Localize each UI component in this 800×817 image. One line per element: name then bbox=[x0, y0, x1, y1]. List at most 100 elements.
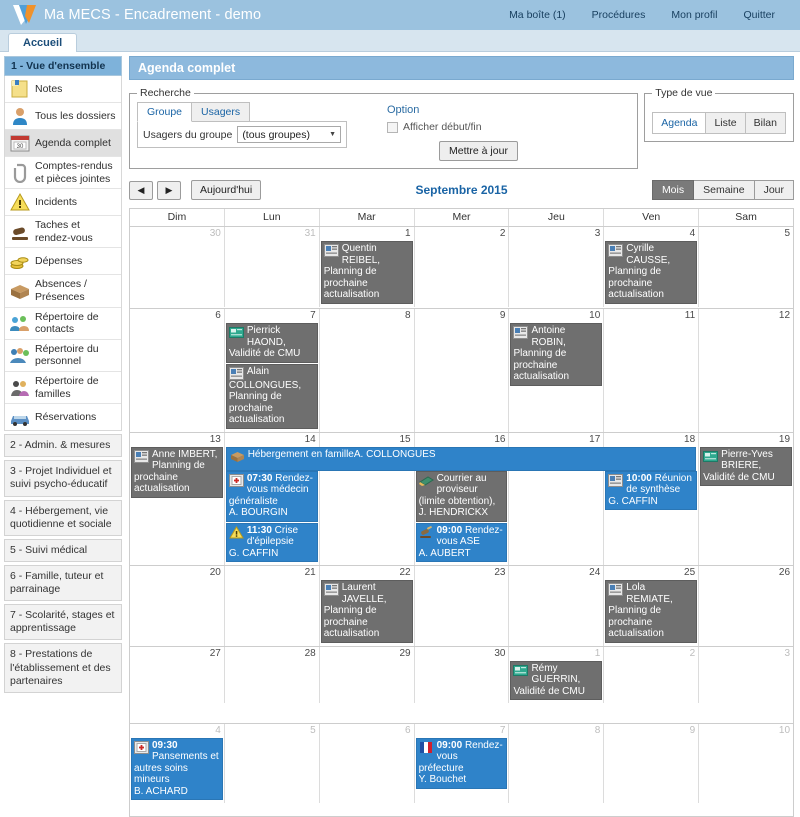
calendar-day-cell[interactable]: 25 Lola REMIATE, Planning de prochaine ac… bbox=[603, 566, 698, 646]
afficher-debut-fin-checkbox[interactable] bbox=[387, 121, 398, 133]
calendar-day-cell[interactable]: 4 09:30 Pansements et autres soins mineur… bbox=[130, 724, 224, 804]
calendar-day-cell[interactable]: 23 bbox=[413, 566, 509, 646]
calendar-day-cell[interactable]: 27 bbox=[130, 647, 224, 704]
calendar-event[interactable]: Antoine ROBIN, Planning de prochaine act… bbox=[510, 323, 603, 386]
sidebar-section-6[interactable]: 6 - Famille, tuteur et parrainage bbox=[4, 564, 122, 602]
sidebar-item-comptes-rendus[interactable]: Comptes-rendus et pièces jointes bbox=[5, 157, 121, 190]
sidebar-section-2[interactable]: 2 - Admin. & mesures bbox=[4, 434, 122, 458]
calendar-event[interactable]: 09:00 Rendez-vous ASE A. AUBERT bbox=[415, 522, 508, 562]
sidebar-section-5[interactable]: 5 - Suivi médical bbox=[4, 538, 122, 562]
calendar-day-cell[interactable]: 13 Anne IMBERT, Planning de prochaine act… bbox=[130, 433, 224, 566]
calendar-event[interactable]: Rémy GUERRIN, Validité de CMU bbox=[510, 660, 603, 700]
calendar-day-cell[interactable]: 24 bbox=[508, 566, 603, 646]
recherche-mode-tabs: Groupe Usagers bbox=[137, 102, 347, 122]
range-mois-button[interactable]: Mois bbox=[651, 180, 695, 200]
sidebar-item-agenda-complet[interactable]: 30 Agenda complet bbox=[5, 130, 121, 157]
calendar-day-cell[interactable]: 8 bbox=[508, 723, 603, 803]
mettre-a-jour-button[interactable]: Mettre à jour bbox=[439, 141, 518, 161]
sidebar-item-incidents[interactable]: Incidents bbox=[5, 189, 121, 217]
calendar-day-cell[interactable]: 31 bbox=[223, 227, 319, 307]
calendar-event[interactable]: Cyrille CAUSSE, Planning de prochaine ac… bbox=[605, 241, 698, 304]
calendar-day-cell[interactable]: 1 Rémy GUERRIN, Validité de CMU bbox=[508, 646, 603, 703]
calendar-day-cell[interactable]: 21 bbox=[223, 566, 319, 646]
next-month-button[interactable]: ▶ bbox=[157, 180, 181, 200]
range-jour-button[interactable]: Jour bbox=[754, 180, 794, 200]
calendar-day-cell[interactable]: 9 bbox=[603, 723, 698, 803]
sidebar-item-reservations[interactable]: Réservations bbox=[5, 404, 121, 430]
calendar-day-cell[interactable]: 10 bbox=[698, 723, 793, 803]
calendar-day-cell[interactable]: 8 bbox=[318, 309, 414, 432]
calendar-day-cell[interactable]: 26 bbox=[698, 566, 793, 646]
nav-quitter[interactable]: Quitter bbox=[730, 9, 788, 21]
calendar-day-cell[interactable]: 6 bbox=[318, 723, 414, 803]
afficher-debut-fin-row[interactable]: Afficher début/fin bbox=[387, 121, 630, 133]
calendar-day-cell[interactable]: 2 bbox=[603, 646, 698, 703]
calendar-event[interactable]: Alain COLLONGUES, Planning de prochaine … bbox=[225, 363, 318, 429]
sidebar-section-1-header[interactable]: 1 - Vue d'ensemble bbox=[4, 56, 122, 76]
calendar-day-cell[interactable]: 19 Pierre-Yves BRIERE, Validité de CMU bbox=[698, 432, 793, 565]
calendar-all-day-event[interactable]: Hébergement en familleA. COLLONGUES bbox=[225, 446, 697, 471]
calendar-day-cell[interactable]: 7 09:00 Rendez-vous préfecture Y. Bouchet bbox=[413, 723, 509, 803]
calendar-event[interactable]: 10:00 Réunion de synthèse G. CAFFIN bbox=[605, 470, 698, 510]
sidebar-section-3[interactable]: 3 - Projet Individuel et suivi psycho-éd… bbox=[4, 460, 122, 497]
calendar-day-cell[interactable]: 5 bbox=[223, 723, 319, 803]
nav-mon-profil[interactable]: Mon profil bbox=[658, 9, 730, 21]
today-button[interactable]: Aujourd'hui bbox=[191, 180, 262, 200]
day-number: 4 bbox=[689, 228, 696, 239]
tab-groupe[interactable]: Groupe bbox=[137, 102, 193, 122]
calendar-event[interactable]: Pierrick HAOND, Validité de CMU bbox=[225, 323, 318, 363]
calendar-day-cell[interactable]: 3 bbox=[698, 646, 793, 703]
sidebar-section-7[interactable]: 7 - Scolarité, stages et apprentissage bbox=[4, 604, 122, 641]
sidebar-item-repertoire-du-personnel[interactable]: Répertoire du personnel bbox=[5, 340, 121, 372]
sidebar-item-tous-les-dossiers[interactable]: Tous les dossiers bbox=[5, 103, 121, 130]
calendar-day-cell[interactable]: 20 bbox=[130, 566, 224, 646]
day-events: 09:00 Rendez-vous préfecture Y. Bouchet bbox=[415, 737, 509, 792]
calendar-day-cell[interactable]: 30 bbox=[130, 227, 224, 307]
sidebar-item-depenses[interactable]: Dépenses bbox=[5, 248, 121, 276]
calendar-day-cell[interactable]: 30 bbox=[413, 646, 509, 703]
calendar-event[interactable]: 11:30 Crise d'épilepsie G. CAFFIN bbox=[225, 522, 318, 562]
day-number: 31 bbox=[304, 228, 316, 239]
calendar-day-cell[interactable]: 9 bbox=[413, 309, 509, 432]
view-agenda-button[interactable]: Agenda bbox=[652, 112, 707, 134]
calendar-event[interactable]: Laurent JAVELLE, Planning de prochaine a… bbox=[320, 580, 413, 643]
sidebar-item-notes[interactable]: Notes bbox=[5, 76, 121, 103]
nav-procedures[interactable]: Procédures bbox=[579, 9, 659, 21]
calendar-event[interactable]: Courrier au proviseur (limite obtention)… bbox=[415, 470, 508, 522]
calendar-day-cell[interactable]: 29 bbox=[318, 646, 414, 703]
sidebar-section-8[interactable]: 8 - Prestations de l'établissement et de… bbox=[4, 643, 122, 693]
calendar-day-cell[interactable]: 11 bbox=[603, 309, 698, 432]
sidebar-item-repertoire-de-familles[interactable]: Répertoire de familles bbox=[5, 372, 121, 405]
calendar-event[interactable]: Lola REMIATE, Planning de prochaine actu… bbox=[605, 580, 698, 643]
sidebar-item-absences-presences[interactable]: Absences / Présences bbox=[5, 275, 121, 308]
sidebar-item-taches-et-rendez-vous[interactable]: Taches et rendez-vous bbox=[5, 216, 121, 249]
tab-usagers[interactable]: Usagers bbox=[192, 102, 251, 122]
calendar-day-cell[interactable]: 28 bbox=[223, 646, 319, 703]
calendar-day-cell[interactable]: 4 Cyrille CAUSSE, Planning de prochaine a… bbox=[603, 227, 698, 307]
calendar-event[interactable]: Pierre-Yves BRIERE, Validité de CMU bbox=[700, 446, 793, 486]
sidebar-item-repertoire-de-contacts[interactable]: Répertoire de contacts bbox=[5, 308, 121, 340]
calendar-event[interactable]: 07:30 Rendez-vous médecin généraliste A. … bbox=[225, 470, 318, 522]
calendar-event[interactable]: 09:30 Pansements et autres soins mineurs… bbox=[131, 737, 223, 800]
calendar-event[interactable]: 09:00 Rendez-vous préfecture Y. Bouchet bbox=[415, 737, 508, 789]
calendar-event[interactable]: Anne IMBERT, Planning de prochaine actua… bbox=[131, 446, 223, 498]
calendar-day-cell[interactable]: 3 bbox=[508, 227, 603, 307]
tab-accueil[interactable]: Accueil bbox=[8, 33, 78, 52]
range-semaine-button[interactable]: Semaine bbox=[694, 180, 755, 200]
prev-month-button[interactable]: ◀ bbox=[129, 180, 153, 200]
view-liste-button[interactable]: Liste bbox=[706, 112, 746, 134]
sidebar-section-4[interactable]: 4 - Hébergement, vie quotidienne et soci… bbox=[4, 499, 122, 536]
calendar-day-cell[interactable]: 5 bbox=[698, 227, 793, 307]
nav-ma-boite[interactable]: Ma boîte (1) bbox=[496, 9, 579, 21]
view-bilan-button[interactable]: Bilan bbox=[745, 112, 786, 134]
calendar-day-cell[interactable]: 10 Antoine ROBIN, Planning de prochaine a… bbox=[508, 309, 603, 432]
calendar-event[interactable]: Quentin REIBEL, Planning de prochaine ac… bbox=[320, 241, 413, 304]
calendar-day-cell[interactable]: 7 Pierrick HAOND, Validité de CMU Alain CO… bbox=[223, 309, 319, 432]
calendar-day-cell[interactable]: 22 Laurent JAVELLE, Planning de prochaine… bbox=[318, 566, 414, 646]
calendar-day-cell[interactable]: 2 bbox=[413, 227, 509, 307]
calendar-day-cell[interactable]: 6 bbox=[130, 309, 224, 432]
calendar-day-cell[interactable]: 1 Quentin REIBEL, Planning de prochaine a… bbox=[318, 227, 414, 307]
svg-text:30: 30 bbox=[17, 144, 24, 150]
groupe-select[interactable]: (tous groupes) ▼ bbox=[237, 126, 341, 143]
calendar-day-cell[interactable]: 12 bbox=[698, 309, 793, 432]
